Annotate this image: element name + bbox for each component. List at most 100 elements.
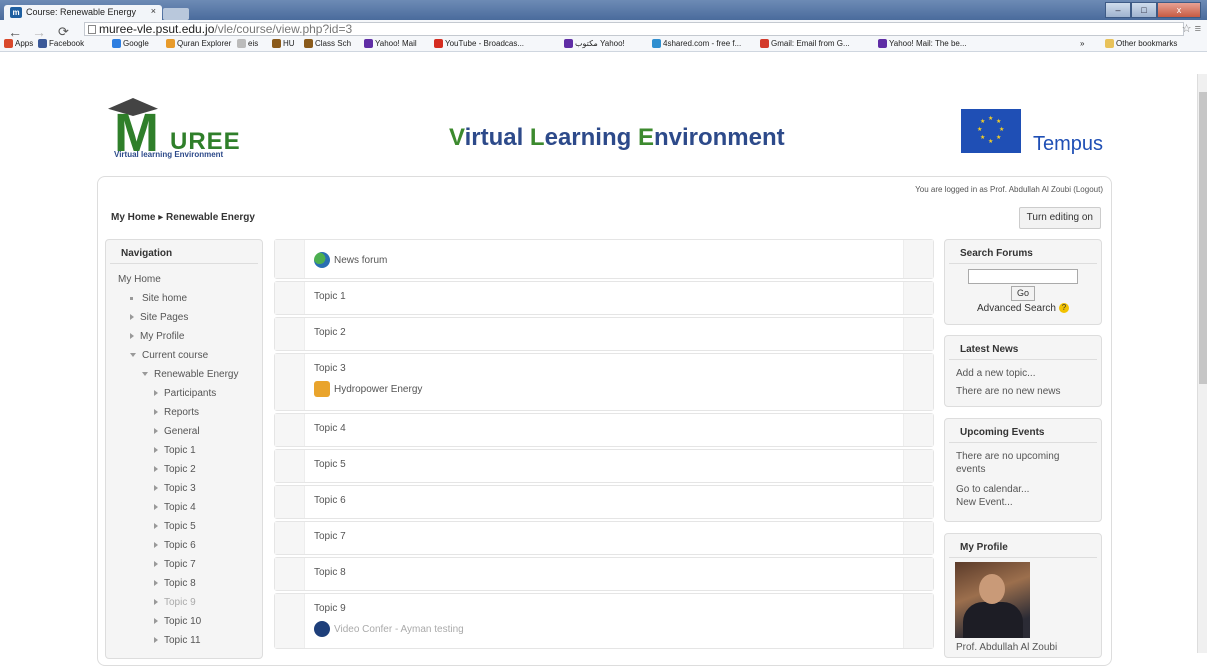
nav-item[interactable]: Topic 5 (118, 517, 262, 536)
navigation-block: Navigation My Home Site home Site Pages My … (105, 239, 263, 659)
nav-item[interactable]: Topic 3 (118, 479, 262, 498)
section-title: Topic 1 (314, 291, 346, 302)
nav-item[interactable]: My Profile (118, 327, 262, 346)
collapsed-arrow-icon[interactable] (130, 314, 134, 321)
minimize-button[interactable]: – (1105, 2, 1131, 18)
collapsed-arrow-icon[interactable] (154, 637, 158, 644)
site-title: Virtual Learning Environment (449, 124, 785, 151)
nav-item[interactable]: Topic 8 (118, 574, 262, 593)
yahoo-icon (878, 39, 887, 48)
collapsed-arrow-icon[interactable] (154, 428, 158, 435)
bullet-icon[interactable] (130, 296, 133, 300)
activity-link[interactable]: Hydropower Energy (314, 381, 422, 397)
collapsed-arrow-icon[interactable] (154, 580, 158, 587)
url-path: /vle/course/view.php?id=3 (214, 22, 353, 36)
bookmark-7[interactable]: Yahoo! Mail (364, 39, 417, 48)
profile-photo[interactable] (955, 562, 1030, 638)
address-bar[interactable]: muree-vle.psut.edu.jo/vle/course/view.ph… (84, 22, 1184, 36)
course-section: Topic 6 (274, 485, 934, 519)
collapsed-arrow-icon[interactable] (154, 409, 158, 416)
collapsed-arrow-icon[interactable] (154, 523, 158, 530)
collapsed-arrow-icon[interactable] (154, 542, 158, 549)
logo-subtitle: Virtual learning Environment (114, 150, 224, 159)
login-info[interactable]: You are logged in as Prof. Abdullah Al Z… (915, 185, 1103, 194)
bookmark-9[interactable]: مكتوب Yahoo! (564, 39, 625, 48)
nav-item[interactable]: Site home (118, 289, 262, 308)
nav-item[interactable]: Site Pages (118, 308, 262, 327)
nav-item[interactable]: Participants (118, 384, 262, 403)
other-bookmarks-folder[interactable]: Other bookmarks (1105, 39, 1177, 48)
bookmark-2[interactable]: Google (112, 39, 149, 48)
nav-item[interactable]: Topic 4 (118, 498, 262, 517)
bookmark-5[interactable]: HU (272, 39, 295, 48)
bookmark-6[interactable]: Class Sch (304, 39, 351, 48)
bookmark-4[interactable]: eis (237, 39, 258, 48)
course-section: Topic 1 (274, 281, 934, 315)
bookmark-0[interactable]: Apps (4, 39, 33, 48)
nav-item[interactable]: Reports (118, 403, 262, 422)
advanced-search-link[interactable]: Advanced Search? (945, 303, 1101, 314)
new-tab-button[interactable] (163, 8, 189, 20)
bookmark-8[interactable]: YouTube - Broadcas... (434, 39, 524, 48)
new-event-link[interactable]: New Event... (956, 496, 1090, 509)
search-go-button[interactable]: Go (1011, 286, 1035, 301)
tab-close-icon[interactable]: × (151, 6, 156, 16)
bookmark-11[interactable]: Gmail: Email from G... (760, 39, 850, 48)
muree-logo[interactable]: M UREE Virtual learning Environment (108, 98, 258, 160)
page-icon (88, 25, 96, 34)
activity-link[interactable]: News forum (314, 252, 387, 268)
activity-label: Hydropower Energy (334, 383, 423, 395)
collapsed-arrow-icon[interactable] (154, 618, 158, 625)
collapsed-arrow-icon[interactable] (154, 466, 158, 473)
nav-item[interactable]: General (118, 422, 262, 441)
add-topic-link[interactable]: Add a new topic... (956, 367, 1090, 380)
moodle-favicon-icon: m (10, 7, 22, 18)
nav-item[interactable]: Topic 10 (118, 612, 262, 631)
no-news-text: There are no new news (956, 386, 1061, 397)
course-section: Topic 9 Video Confer - Ayman testing (274, 593, 934, 649)
maximize-button[interactable]: □ (1131, 2, 1157, 18)
bookmarks-overflow-button[interactable]: » (1080, 39, 1084, 48)
nav-item[interactable]: My Home (118, 270, 262, 289)
expanded-arrow-icon[interactable] (142, 372, 148, 377)
breadcrumb[interactable]: My Home ▸ Renewable Energy (111, 212, 255, 223)
go-to-calendar-link[interactable]: Go to calendar... (956, 483, 1090, 496)
collapsed-arrow-icon[interactable] (130, 333, 134, 340)
nav-item[interactable]: Topic 1 (118, 441, 262, 460)
collapsed-arrow-icon[interactable] (154, 504, 158, 511)
profile-name[interactable]: Prof. Abdullah Al Zoubi (945, 638, 1101, 657)
collapsed-arrow-icon[interactable] (154, 599, 158, 606)
class-icon (304, 39, 313, 48)
activity-link[interactable]: Video Confer - Ayman testing (314, 621, 464, 637)
bookmark-1[interactable]: Facebook (38, 39, 84, 48)
nav-item[interactable]: Topic 9 (118, 593, 262, 612)
nav-item[interactable]: Renewable Energy (118, 365, 262, 384)
bookmark-label: Class Sch (315, 39, 352, 48)
expanded-arrow-icon[interactable] (130, 353, 136, 358)
bookmark-12[interactable]: Yahoo! Mail: The be... (878, 39, 967, 48)
youtube-icon (434, 39, 443, 48)
help-icon[interactable]: ? (1058, 303, 1069, 314)
nav-item[interactable]: Topic 7 (118, 555, 262, 574)
star-menu-icons[interactable]: ☆ ≡ (1182, 22, 1201, 35)
collapsed-arrow-icon[interactable] (154, 485, 158, 492)
bookmark-3[interactable]: Quran Explorer (166, 39, 231, 48)
nav-item[interactable]: Current course (118, 346, 262, 365)
browser-tab[interactable]: m Course: Renewable Energy × (4, 5, 162, 20)
collapsed-arrow-icon[interactable] (154, 447, 158, 454)
nav-item[interactable]: Topic 11 (118, 631, 262, 650)
search-forums-input[interactable] (968, 269, 1078, 284)
collapsed-arrow-icon[interactable] (154, 390, 158, 397)
nav-item[interactable]: Topic 2 (118, 460, 262, 479)
page-scrollbar[interactable] (1197, 74, 1207, 653)
scrollbar-thumb[interactable] (1199, 92, 1207, 384)
collapsed-arrow-icon[interactable] (154, 561, 158, 568)
bookmark-label: Facebook (49, 39, 85, 48)
close-window-button[interactable]: x (1157, 2, 1201, 18)
nav-item[interactable]: Topic 6 (118, 536, 262, 555)
quran-icon (166, 39, 175, 48)
window-controls: – □ x (1105, 2, 1201, 18)
turn-editing-button[interactable]: Turn editing on (1018, 207, 1101, 229)
bookmark-10[interactable]: 4shared.com - free f... (652, 39, 741, 48)
no-events-text: There are no upcoming events (956, 451, 1060, 475)
